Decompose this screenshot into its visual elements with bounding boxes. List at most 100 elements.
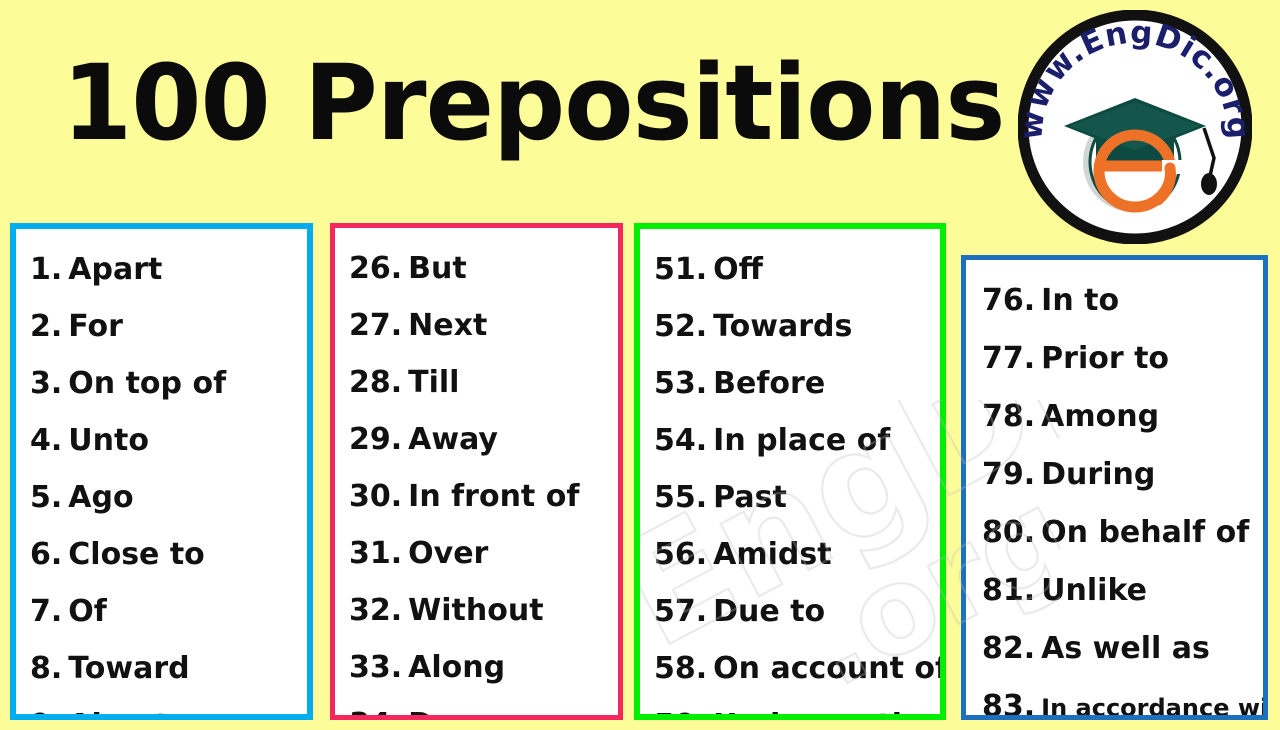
preposition-term: Due to xyxy=(713,594,826,629)
preposition-term: In to xyxy=(1041,283,1120,318)
preposition-number: 78. xyxy=(982,399,1036,434)
preposition-term: Down xyxy=(408,696,503,715)
preposition-term: Underneath xyxy=(713,697,913,714)
preposition-number: 33. xyxy=(349,650,403,685)
preposition-row: 58. On account of xyxy=(640,640,940,697)
preposition-row: 33. Along xyxy=(335,639,618,696)
preposition-row: 26. But xyxy=(335,240,618,297)
preposition-number: 80. xyxy=(982,515,1036,550)
preposition-term: Past xyxy=(713,480,787,515)
preposition-row: 2. For xyxy=(16,298,307,355)
preposition-number: 6. xyxy=(30,537,63,572)
preposition-row: 34. Down xyxy=(335,696,618,715)
column-3-list: 51. Off 52. Towards 53. Before 54. In place of 5… xyxy=(640,229,940,714)
preposition-number: 7. xyxy=(30,594,63,629)
preposition-row: 54. In place of xyxy=(640,412,940,469)
preposition-term: For xyxy=(68,309,123,344)
preposition-number: 56. xyxy=(654,537,708,572)
preposition-number: 3. xyxy=(30,366,63,401)
preposition-number: 79. xyxy=(982,457,1036,492)
preposition-row: 78. Among xyxy=(966,388,1263,446)
column-1-list: 1. Apart 2. For 3. On top of 4. Unto 5. Ago 6. Clos… xyxy=(16,229,307,714)
preposition-term: About xyxy=(68,697,169,714)
preposition-row: 81. Unlike xyxy=(966,562,1263,620)
preposition-number: 55. xyxy=(654,480,708,515)
preposition-row: 80. On behalf of xyxy=(966,504,1263,562)
preposition-row: 5. Ago xyxy=(16,469,307,526)
preposition-number: 59. xyxy=(654,697,707,714)
preposition-number: 54. xyxy=(654,423,708,458)
preposition-term: On behalf of xyxy=(1041,515,1250,550)
preposition-number: 34. xyxy=(349,696,402,715)
preposition-number: 57. xyxy=(654,594,708,629)
preposition-term: Away xyxy=(408,422,498,457)
preposition-term: In front of xyxy=(408,479,580,514)
preposition-row: 77. Prior to xyxy=(966,330,1263,388)
preposition-term: Ago xyxy=(68,480,134,515)
preposition-term: Till xyxy=(408,365,460,400)
preposition-term: Unlike xyxy=(1041,573,1147,608)
column-2-list: 26. But 27. Next 28. Till 29. Away 30. In front o… xyxy=(335,228,618,715)
preposition-number: 52. xyxy=(654,309,708,344)
preposition-column-2: 26. But 27. Next 28. Till 29. Away 30. In front o… xyxy=(330,223,623,720)
preposition-term: On top of xyxy=(68,366,227,401)
preposition-number: 58. xyxy=(654,651,708,686)
preposition-term: Apart xyxy=(68,252,163,287)
preposition-column-4: 76. In to 77. Prior to 78. Among 79. During 80. O… xyxy=(961,255,1268,720)
preposition-number: 30. xyxy=(349,479,403,514)
preposition-term: As well as xyxy=(1041,631,1210,666)
preposition-number: 9. xyxy=(30,697,62,714)
preposition-row: 7. Of xyxy=(16,583,307,640)
preposition-row: 3. On top of xyxy=(16,355,307,412)
preposition-row: 59. Underneath xyxy=(640,697,940,714)
preposition-row: 52. Towards xyxy=(640,298,940,355)
preposition-term: Without xyxy=(408,593,544,628)
preposition-number: 51. xyxy=(654,252,708,287)
preposition-term: Amidst xyxy=(713,537,832,572)
preposition-number: 77. xyxy=(982,341,1036,376)
preposition-term: During xyxy=(1041,457,1156,492)
preposition-term: Of xyxy=(68,594,107,629)
preposition-row: 56. Amidst xyxy=(640,526,940,583)
preposition-number: 32. xyxy=(349,593,403,628)
preposition-number: 4. xyxy=(30,423,63,458)
preposition-row: 31. Over xyxy=(335,525,618,582)
preposition-number: 31. xyxy=(349,536,403,571)
preposition-number: 53. xyxy=(654,366,708,401)
preposition-term: Towards xyxy=(713,309,853,344)
preposition-row: 28. Till xyxy=(335,354,618,411)
page-header: 100 Prepositions www.EngDic.org xyxy=(0,0,1280,244)
preposition-term: Along xyxy=(408,650,506,685)
preposition-term: Before xyxy=(713,366,826,401)
preposition-column-3: 51. Off 52. Towards 53. Before 54. In place of 5… xyxy=(634,223,946,720)
preposition-number: 5. xyxy=(30,480,63,515)
preposition-row: 82. As well as xyxy=(966,620,1263,678)
preposition-term: In accordance with xyxy=(1041,694,1263,720)
preposition-column-1: 1. Apart 2. For 3. On top of 4. Unto 5. Ago 6. Clos… xyxy=(10,223,313,720)
preposition-number: 81. xyxy=(982,573,1036,608)
preposition-row: 53. Before xyxy=(640,355,940,412)
preposition-row: 4. Unto xyxy=(16,412,307,469)
preposition-number: 82. xyxy=(982,631,1036,666)
preposition-number: 26. xyxy=(349,251,403,286)
preposition-row: 83.In accordance with xyxy=(966,678,1263,720)
preposition-term: On account of xyxy=(713,651,940,686)
preposition-number: 28. xyxy=(349,365,403,400)
preposition-term: Prior to xyxy=(1041,341,1170,376)
preposition-number: 29. xyxy=(349,422,403,457)
preposition-term: Unto xyxy=(68,423,149,458)
preposition-number: 2. xyxy=(30,309,63,344)
preposition-row: 30. In front of xyxy=(335,468,618,525)
preposition-term: Close to xyxy=(68,537,205,572)
preposition-number: 8. xyxy=(30,651,63,686)
preposition-row: 27. Next xyxy=(335,297,618,354)
preposition-number: 27. xyxy=(349,308,403,343)
preposition-term: Next xyxy=(408,308,488,343)
preposition-row: 57. Due to xyxy=(640,583,940,640)
preposition-term: Toward xyxy=(68,651,190,686)
page-title: 100 Prepositions xyxy=(62,42,1005,164)
engdic-logo[interactable]: www.EngDic.org xyxy=(1018,10,1252,244)
preposition-row: 51. Off xyxy=(640,241,940,298)
preposition-term: Among xyxy=(1041,399,1160,434)
preposition-row: 6. Close to xyxy=(16,526,307,583)
